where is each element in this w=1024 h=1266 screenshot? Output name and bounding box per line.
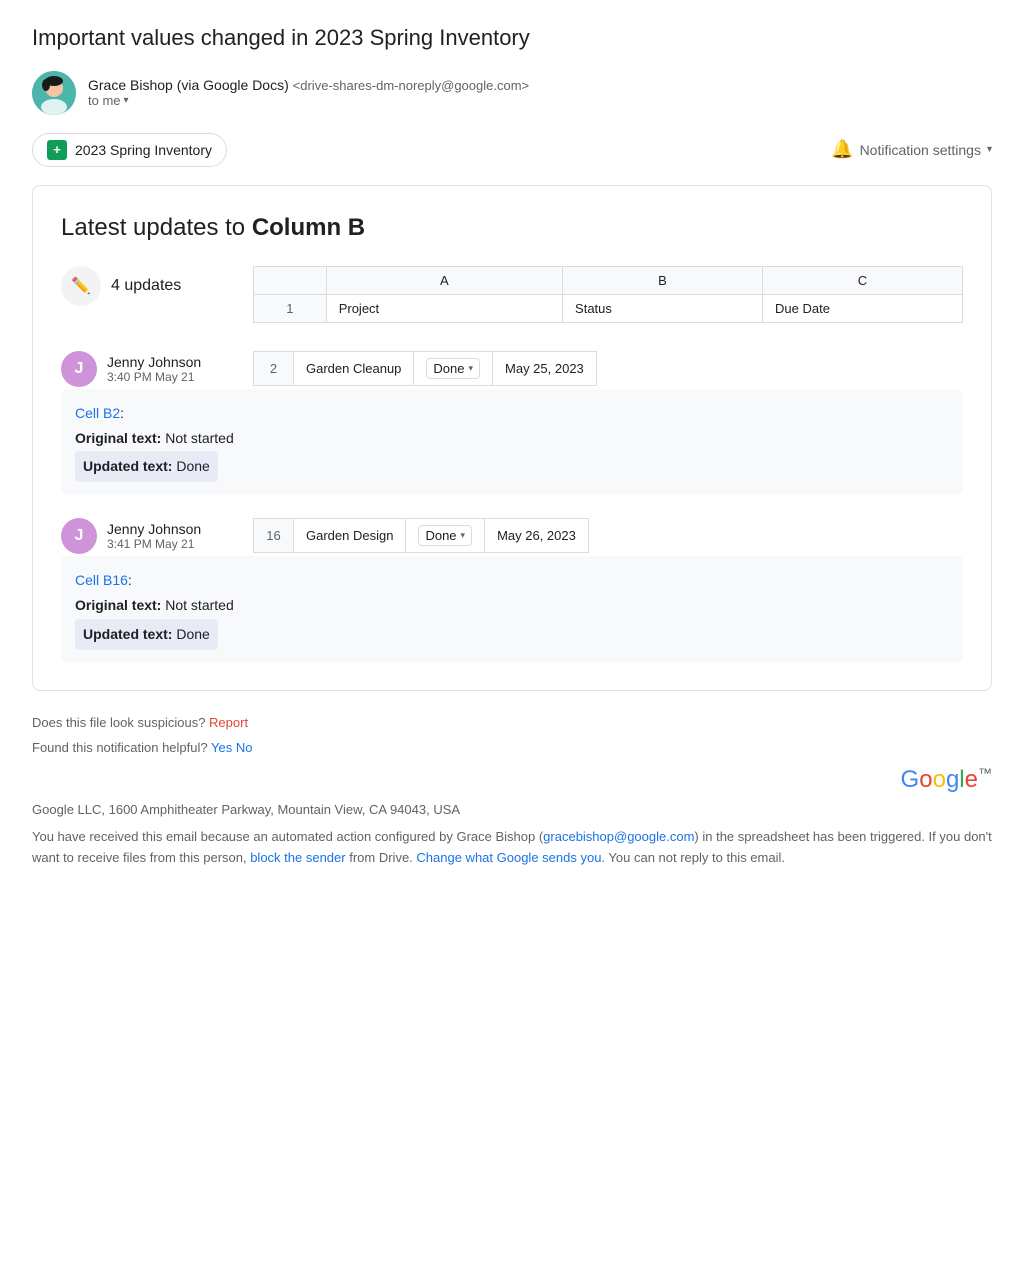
header-project-label: Project: [326, 294, 562, 322]
header-row: 1 Project Status Due Date: [254, 294, 963, 322]
done-dropdown-icon-1: ▾: [468, 363, 473, 374]
update-entry-1: J Jenny Johnson 3:40 PM May 21 2 Garden …: [61, 351, 963, 495]
entry-table-2: 16 Garden Design Done ▾ May 26, 2023: [253, 518, 589, 553]
change-google-link[interactable]: Change what Google sends you: [416, 850, 601, 865]
user-avatar-1: J: [61, 351, 97, 387]
pencil-icon: ✏️: [61, 266, 101, 306]
google-logo: Google™: [32, 765, 992, 794]
updates-label: ✏️ 4 updates: [61, 266, 221, 306]
entry-left-2: J Jenny Johnson 3:41 PM May 21: [61, 518, 221, 554]
notification-settings-chevron-icon: ▾: [987, 144, 992, 155]
header-col-a: A: [326, 266, 562, 294]
entry-left-1: J Jenny Johnson 3:40 PM May 21: [61, 351, 221, 387]
sender-info: Grace Bishop (via Google Docs) <drive-sh…: [88, 77, 529, 108]
change-detail-1: Cell B2: Original text: Not started Upda…: [61, 389, 963, 495]
header-col-b: B: [563, 266, 763, 294]
user-time-2: 3:41 PM May 21: [107, 537, 201, 551]
original-text-line-2: Original text: Not started: [75, 593, 949, 618]
updated-text-line-2: Updated text: Done: [75, 619, 949, 650]
notification-settings-label: Notification settings: [860, 142, 981, 158]
entry-right-1: 2 Garden Cleanup Done ▾ May 25, 2023: [253, 351, 963, 386]
entry-data-row-2: 16 Garden Design Done ▾ May 26, 2023: [254, 519, 589, 553]
sender-avatar: [32, 71, 76, 115]
to-me-chevron-icon: ▾: [124, 95, 129, 106]
yes-link[interactable]: Yes: [211, 740, 232, 755]
original-text-line-1: Original text: Not started: [75, 426, 949, 451]
footer-address: Google LLC, 1600 Amphitheater Parkway, M…: [32, 802, 992, 817]
user-avatar-2: J: [61, 518, 97, 554]
block-sender-link[interactable]: block the sender: [250, 850, 345, 865]
user-name-2: Jenny Johnson: [107, 521, 201, 537]
grace-email-link[interactable]: gracebishop@google.com: [543, 829, 694, 844]
to-me-dropdown[interactable]: to me ▾: [88, 93, 529, 108]
user-time-1: 3:40 PM May 21: [107, 370, 201, 384]
spreadsheet-header-table: A B C 1 Project Status Due Date: [253, 266, 963, 323]
updates-count: 4 updates: [111, 277, 181, 295]
bell-icon: 🔔: [831, 139, 853, 160]
card-title: Latest updates to Column B: [61, 214, 963, 242]
header-col-c: C: [763, 266, 963, 294]
cell-ref-line-2: Cell B16:: [75, 568, 949, 593]
footer-helpful: Found this notification helpful? Yes No: [32, 740, 992, 755]
report-link[interactable]: Report: [209, 715, 248, 730]
entry-row-num-1: 2: [254, 351, 294, 385]
footer-legal: You have received this email because an …: [32, 827, 992, 869]
entry-col-a-1: Garden Cleanup: [294, 351, 414, 385]
header-corner: [254, 266, 327, 294]
main-card: Latest updates to Column B ✏️ 4 updates …: [32, 185, 992, 691]
done-badge-2: Done ▾: [418, 525, 472, 546]
update-entry-2: J Jenny Johnson 3:41 PM May 21 16 Garden…: [61, 518, 963, 662]
entry-col-a-2: Garden Design: [294, 519, 406, 553]
updated-text-badge-1: Updated text: Done: [75, 451, 218, 482]
done-badge-1: Done ▾: [426, 358, 480, 379]
entry-data-row-1: 2 Garden Cleanup Done ▾ May 25, 2023: [254, 351, 597, 385]
done-dropdown-icon-2: ▾: [461, 530, 466, 541]
no-link[interactable]: No: [236, 740, 253, 755]
action-bar: + 2023 Spring Inventory 🔔 Notification s…: [32, 133, 992, 167]
entry-row-num-2: 16: [254, 519, 294, 553]
entry-col-b-1: Done ▾: [414, 351, 493, 385]
header-status-label: Status: [563, 294, 763, 322]
sender-name: Grace Bishop (via Google Docs) <drive-sh…: [88, 77, 529, 93]
notification-settings-button[interactable]: 🔔 Notification settings ▾: [831, 139, 992, 160]
entry-row-1: J Jenny Johnson 3:40 PM May 21 2 Garden …: [61, 351, 963, 387]
user-details-2: Jenny Johnson 3:41 PM May 21: [107, 521, 201, 551]
entry-table-1: 2 Garden Cleanup Done ▾ May 25, 2023: [253, 351, 597, 386]
cell-ref-link-2[interactable]: Cell B16: [75, 572, 128, 588]
entry-row-2: J Jenny Johnson 3:41 PM May 21 16 Garden…: [61, 518, 963, 554]
footer-suspicious: Does this file look suspicious? Report: [32, 715, 992, 730]
entry-right-2: 16 Garden Design Done ▾ May 26, 2023: [253, 518, 963, 553]
updated-text-badge-2: Updated text: Done: [75, 619, 218, 650]
footer: Does this file look suspicious? Report F…: [32, 711, 992, 869]
google-logo-text: Google™: [901, 765, 992, 794]
sheets-icon: +: [47, 140, 67, 160]
user-details-1: Jenny Johnson 3:40 PM May 21: [107, 354, 201, 384]
entry-user-1: J Jenny Johnson 3:40 PM May 21: [61, 351, 221, 387]
cell-ref-link-1[interactable]: Cell B2: [75, 405, 120, 421]
user-name-1: Jenny Johnson: [107, 354, 201, 370]
header-row-num: 1: [254, 294, 327, 322]
sheet-badge-label: 2023 Spring Inventory: [75, 142, 212, 158]
entry-user-2: J Jenny Johnson 3:41 PM May 21: [61, 518, 221, 554]
entry-col-b-2: Done ▾: [406, 519, 485, 553]
updated-text-line-1: Updated text: Done: [75, 451, 949, 482]
header-duedate-label: Due Date: [763, 294, 963, 322]
sheet-badge[interactable]: + 2023 Spring Inventory: [32, 133, 227, 167]
entry-col-c-1: May 25, 2023: [493, 351, 597, 385]
cell-ref-line-1: Cell B2:: [75, 401, 949, 426]
email-subject: Important values changed in 2023 Spring …: [32, 24, 992, 53]
sender-row: Grace Bishop (via Google Docs) <drive-sh…: [32, 71, 992, 115]
change-detail-2: Cell B16: Original text: Not started Upd…: [61, 556, 963, 662]
entry-col-c-2: May 26, 2023: [485, 519, 589, 553]
updates-summary-row: ✏️ 4 updates A B C 1 Project Status Due …: [61, 266, 963, 323]
